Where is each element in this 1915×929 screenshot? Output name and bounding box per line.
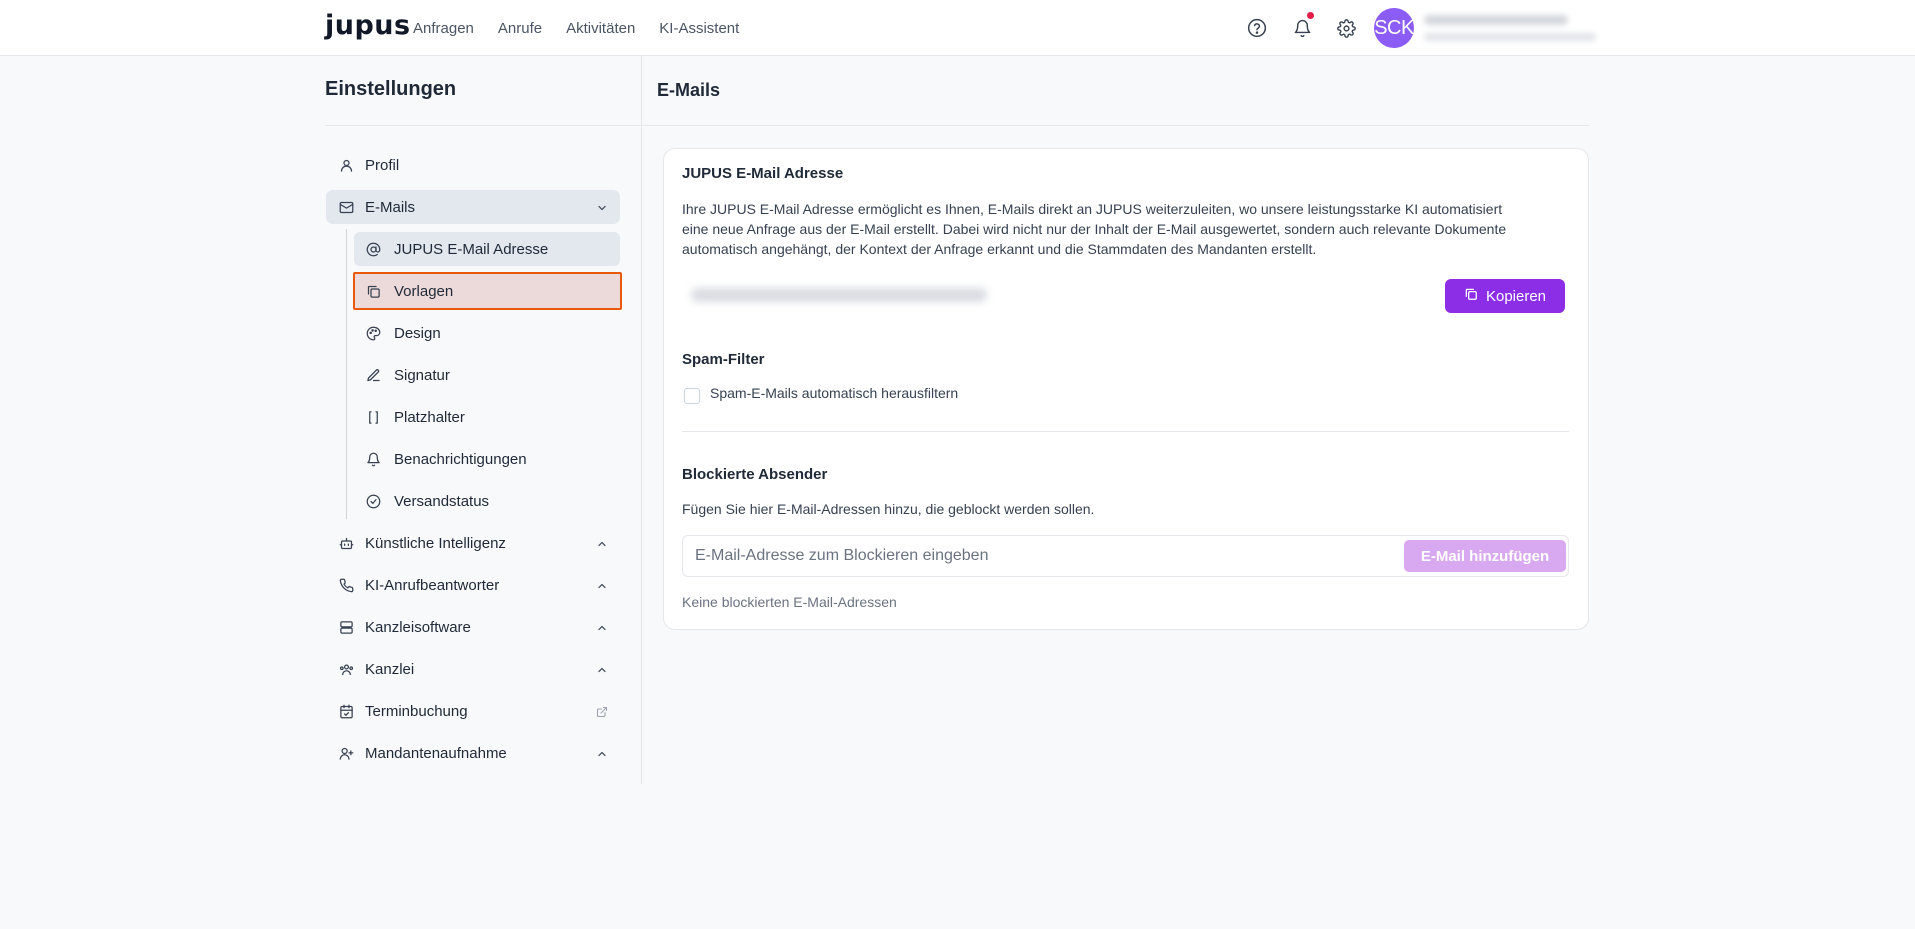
sidebar-item-label: Kanzlei [365, 660, 415, 678]
sidebar-item-label: Künstliche Intelligenz [365, 534, 506, 552]
sidebar-item-label: Design [394, 324, 441, 342]
user-icon [338, 157, 354, 173]
sidebar-item-ki-anrufbeantworter[interactable]: KI-Anrufbeantworter [326, 568, 620, 602]
user-name-redacted [1424, 15, 1568, 25]
block-email-field: E-Mail hinzufügen [682, 535, 1569, 577]
team-icon [338, 661, 354, 677]
description-line: automatisch angehängt, der Kontext der A… [682, 241, 1317, 257]
chevron-up-icon [596, 537, 608, 549]
blocked-empty-state: Keine blockierten E-Mail-Adressen [682, 594, 897, 610]
nav-anrufe[interactable]: Anrufe [498, 20, 542, 37]
blocked-senders-heading: Blockierte Absender [682, 466, 828, 483]
top-navigation-bar: jupus Anfragen Anrufe Aktivitäten KI-Ass… [0, 0, 1915, 56]
description-line: eine neue Anfrage aus der E-Mail erstell… [682, 221, 1507, 237]
gear-icon [1331, 13, 1361, 43]
sidebar-item-label: Platzhalter [394, 408, 465, 426]
description-line: Ihre JUPUS E-Mail Adresse ermöglicht es … [682, 201, 1503, 217]
copy-button[interactable]: Kopieren [1445, 279, 1565, 313]
user-email-redacted [1424, 33, 1596, 41]
add-email-button[interactable]: E-Mail hinzufügen [1404, 540, 1566, 572]
at-sign-icon [365, 241, 381, 257]
sidebar-item-label: Signatur [394, 366, 450, 384]
mail-icon [338, 199, 354, 215]
sidebar-subitem-platzhalter[interactable]: Platzhalter [354, 400, 620, 434]
jupus-email-address-redacted [691, 288, 987, 302]
notification-dot [1307, 12, 1314, 19]
chevron-up-icon [596, 621, 608, 633]
sidebar-item-label: Kanzleisoftware [365, 618, 471, 636]
external-link-icon [596, 705, 608, 718]
sidebar-item-label: Profil [365, 156, 400, 174]
chevron-down-icon [596, 201, 608, 213]
nav-ki-assistent[interactable]: KI-Assistent [659, 20, 739, 37]
settings-title: Einstellungen [325, 78, 457, 100]
sidebar-item-kanzlei[interactable]: Kanzlei [326, 652, 620, 686]
user-avatar[interactable]: SCK [1374, 8, 1414, 48]
copy-button-label: Kopieren [1485, 287, 1547, 305]
brackets-icon [365, 409, 381, 425]
main-nav: Anfragen Anrufe Aktivitäten KI-Assistent [413, 0, 739, 56]
sidebar-subitem-design[interactable]: Design [354, 316, 620, 350]
palette-icon [365, 325, 381, 341]
jupus-email-description: Ihre JUPUS E-Mail Adresse ermöglicht es … [682, 199, 1506, 259]
sidebar-item-mandantenaufnahme[interactable]: Mandantenaufnahme [326, 736, 620, 770]
divider [642, 125, 1589, 126]
sidebar-subitem-vorlagen[interactable]: Vorlagen [353, 272, 622, 310]
server-icon [338, 619, 354, 635]
help-circle-icon [1242, 13, 1272, 43]
block-email-input[interactable] [695, 536, 1375, 576]
sidebar-subitem-signatur[interactable]: Signatur [354, 358, 620, 392]
blocked-senders-description: Fügen Sie hier E-Mail-Adressen hinzu, di… [682, 501, 1095, 517]
sidebar-item-emails[interactable]: E-Mails [326, 190, 620, 224]
sidebar-item-kuenstliche-intelligenz[interactable]: Künstliche Intelligenz [326, 526, 620, 560]
sidebar-item-kanzleisoftware[interactable]: Kanzleisoftware [326, 610, 620, 644]
check-circle-icon [365, 493, 381, 509]
spam-filter-label[interactable]: Spam-E-Mails automatisch herausfiltern [710, 383, 958, 403]
chevron-up-icon [596, 579, 608, 591]
sidebar-item-label: KI-Anrufbeantworter [365, 576, 500, 594]
sidebar-subitem-benachrichtigungen[interactable]: Benachrichtigungen [354, 442, 620, 476]
sidebar-subitem-jupus-email[interactable]: JUPUS E-Mail Adresse [354, 232, 620, 266]
user-plus-icon [338, 745, 354, 761]
settings-button[interactable] [1331, 13, 1361, 43]
calendar-check-icon [338, 703, 354, 719]
copy-icon [1464, 287, 1478, 305]
divider [325, 125, 641, 126]
help-button[interactable] [1242, 13, 1272, 43]
phone-icon [338, 577, 354, 593]
nav-anfragen[interactable]: Anfragen [413, 20, 474, 37]
spam-filter-heading: Spam-Filter [682, 351, 765, 368]
robot-icon [338, 535, 354, 551]
sidebar-subitem-versandstatus[interactable]: Versandstatus [354, 484, 620, 518]
page-title: E-Mails [657, 80, 721, 100]
signature-icon [365, 367, 381, 383]
jupus-logo[interactable]: jupus [325, 10, 411, 41]
chevron-up-icon [596, 663, 608, 675]
divider [682, 431, 1569, 432]
sidebar-item-label: Benachrichtigungen [394, 450, 527, 468]
sidebar-item-label: Mandantenaufnahme [365, 744, 507, 762]
sidebar-item-label: Vorlagen [394, 282, 454, 300]
submenu-guide-line [346, 229, 347, 519]
spam-filter-checkbox[interactable] [684, 388, 700, 404]
jupus-email-heading: JUPUS E-Mail Adresse [682, 165, 844, 182]
sidebar-item-label: Terminbuchung [365, 702, 468, 720]
sidebar-item-label: E-Mails [365, 198, 416, 216]
copy-icon [365, 283, 381, 299]
nav-aktivitaeten[interactable]: Aktivitäten [566, 20, 635, 37]
sidebar-divider [641, 56, 642, 784]
sidebar-item-label: JUPUS E-Mail Adresse [394, 240, 549, 258]
chevron-up-icon [596, 747, 608, 759]
sidebar-item-profil[interactable]: Profil [326, 148, 620, 182]
sidebar-item-label: Versandstatus [394, 492, 490, 510]
bell-icon [365, 451, 381, 467]
sidebar-item-terminbuchung[interactable]: Terminbuchung [326, 694, 620, 728]
